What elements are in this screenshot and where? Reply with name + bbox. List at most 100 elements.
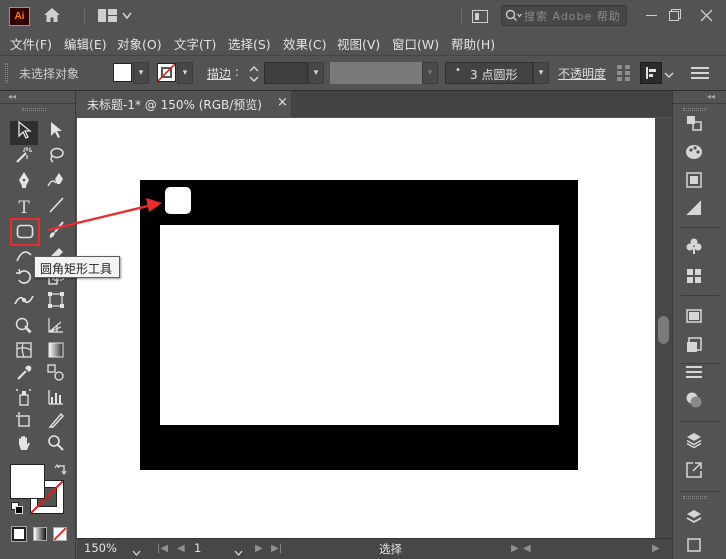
libraries-panel-icon[interactable] (683, 536, 705, 558)
type-tool-icon[interactable]: T (10, 196, 38, 220)
menu-object[interactable]: 对象(O) (117, 34, 162, 53)
column-graph-tool-icon[interactable] (42, 388, 70, 412)
magic-wand-tool-icon[interactable] (10, 146, 38, 170)
horizontal-scroll-right-icon[interactable]: ▶ (652, 543, 660, 554)
stroke-swatch[interactable] (157, 63, 176, 82)
color-guide-panel-icon[interactable] (683, 171, 705, 193)
direct-selection-tool-icon[interactable] (42, 121, 70, 145)
status-menu-icon[interactable]: ▶ (511, 543, 519, 554)
stroke-stepper-icon[interactable] (248, 64, 260, 87)
first-artboard-icon[interactable]: |◀ (157, 543, 168, 554)
pen-tool-icon[interactable] (10, 171, 38, 195)
graphic-styles-panel-icon[interactable] (683, 336, 705, 358)
color-panel-icon[interactable] (683, 143, 705, 165)
menu-window[interactable]: 窗口(W) (392, 34, 439, 53)
toolbar-grip[interactable] (22, 108, 46, 111)
minimize-icon[interactable] (646, 15, 657, 16)
panel-grip-icon[interactable] (5, 63, 8, 83)
collapse-panel-icon[interactable]: ◂◂ (8, 92, 16, 101)
previous-artboard-icon[interactable]: ◀ (177, 543, 185, 554)
swap-fill-stroke-icon[interactable] (54, 463, 68, 480)
close-document-icon[interactable]: × (277, 95, 288, 110)
brush-dropdown[interactable]: ▾ (533, 62, 549, 84)
artboard-number[interactable]: 1 (194, 541, 201, 555)
next-artboard-icon[interactable]: ▶ (255, 543, 263, 554)
expand-panels-icon[interactable]: ◂◂ (707, 92, 715, 101)
help-search-field[interactable]: 搜索 Adobe 帮助 (501, 5, 627, 26)
gradient-panel-icon[interactable] (683, 199, 705, 221)
zoom-tool-icon[interactable] (42, 434, 70, 458)
opacity-label[interactable]: 不透明度 (558, 65, 606, 82)
stroke-dropdown[interactable]: ▾ (177, 62, 193, 84)
workspace-switcher-icon[interactable] (98, 9, 132, 26)
slice-tool-icon[interactable] (42, 411, 70, 435)
document-tab[interactable]: 未标题-1* @ 150% (RGB/预览) × (77, 91, 291, 117)
zoom-dropdown-icon[interactable] (132, 546, 141, 559)
zoom-level[interactable]: 150% (84, 541, 117, 555)
transform-panel-icon[interactable] (683, 114, 705, 136)
export-panel-icon[interactable] (683, 461, 705, 483)
curvature-tool-icon[interactable] (42, 171, 70, 195)
menu-file[interactable]: 文件(F) (10, 34, 52, 53)
menu-effect[interactable]: 效果(C) (283, 34, 326, 53)
selection-tool-icon[interactable] (10, 120, 38, 145)
swatches-panel-icon[interactable] (683, 267, 705, 289)
default-colors-icon[interactable] (11, 502, 23, 517)
fill-dropdown[interactable]: ▾ (133, 62, 149, 84)
mesh-tool-icon[interactable] (10, 341, 38, 365)
align-panel-icon[interactable] (640, 62, 662, 84)
menu-select[interactable]: 选择(S) (228, 34, 271, 53)
artboard-black-rectangle[interactable] (140, 180, 578, 470)
fill-color-box[interactable] (10, 464, 45, 499)
close-icon[interactable] (700, 9, 713, 25)
vertical-scrollbar[interactable] (655, 118, 672, 538)
color-mode-icon[interactable] (11, 526, 27, 542)
brush-definition-field[interactable]: • 3 点圆形 (445, 62, 533, 84)
transparency-panel-icon[interactable] (683, 391, 705, 413)
stroke-weight-dropdown[interactable]: ▾ (308, 62, 324, 84)
menu-type[interactable]: 文字(T) (174, 34, 216, 53)
canvas-area[interactable] (77, 118, 655, 538)
stroke-panel-icon[interactable] (683, 363, 705, 385)
stroke-weight-input[interactable] (264, 62, 308, 84)
rounded-rectangle-tool-icon[interactable] (10, 218, 40, 246)
align-dropdown-icon[interactable] (664, 68, 674, 82)
fill-swatch[interactable] (113, 63, 132, 82)
free-transform-tool-icon[interactable] (42, 291, 70, 315)
gradient-tool-icon[interactable] (42, 341, 70, 365)
shape-builder-tool-icon[interactable] (10, 316, 38, 340)
last-artboard-icon[interactable]: ▶| (271, 543, 282, 554)
none-mode-icon[interactable] (53, 527, 67, 541)
variable-width-profile[interactable] (330, 62, 422, 84)
menu-view[interactable]: 视图(V) (337, 34, 380, 53)
artboard-tool-icon[interactable] (10, 411, 38, 435)
inner-white-rectangle[interactable] (160, 225, 559, 425)
dock-grip-lower[interactable] (683, 496, 707, 499)
dock-grip[interactable] (683, 108, 707, 111)
menu-edit[interactable]: 编辑(E) (64, 34, 107, 53)
width-tool-icon[interactable] (10, 291, 38, 315)
symbol-sprayer-tool-icon[interactable] (10, 388, 38, 412)
recolor-grid-icon[interactable] (617, 65, 631, 84)
hand-tool-icon[interactable] (10, 434, 38, 458)
lasso-tool-icon[interactable] (42, 146, 70, 170)
stroke-label[interactable]: 描边 (207, 65, 231, 82)
blend-tool-icon[interactable] (42, 364, 70, 388)
scroll-thumb[interactable] (658, 316, 669, 344)
layers-stack-icon[interactable] (683, 508, 705, 530)
eyedropper-tool-icon[interactable] (10, 364, 38, 388)
panel-menu-icon[interactable] (691, 66, 709, 83)
home-icon[interactable] (42, 6, 62, 28)
layers-panel-icon[interactable] (683, 431, 705, 453)
perspective-grid-tool-icon[interactable] (42, 316, 70, 340)
horizontal-scroll-left-icon[interactable]: ◀ (523, 543, 531, 554)
line-segment-tool-icon[interactable] (42, 196, 70, 220)
appearance-panel-icon[interactable] (683, 307, 705, 329)
symbols-panel-icon[interactable] (683, 237, 705, 259)
artboard-dropdown-icon[interactable] (234, 546, 243, 559)
gradient-mode-icon[interactable] (33, 527, 47, 541)
restore-icon[interactable] (669, 9, 681, 24)
profile-dropdown[interactable]: ▾ (422, 62, 438, 84)
small-rounded-square[interactable] (165, 187, 191, 214)
menu-help[interactable]: 帮助(H) (451, 34, 495, 53)
